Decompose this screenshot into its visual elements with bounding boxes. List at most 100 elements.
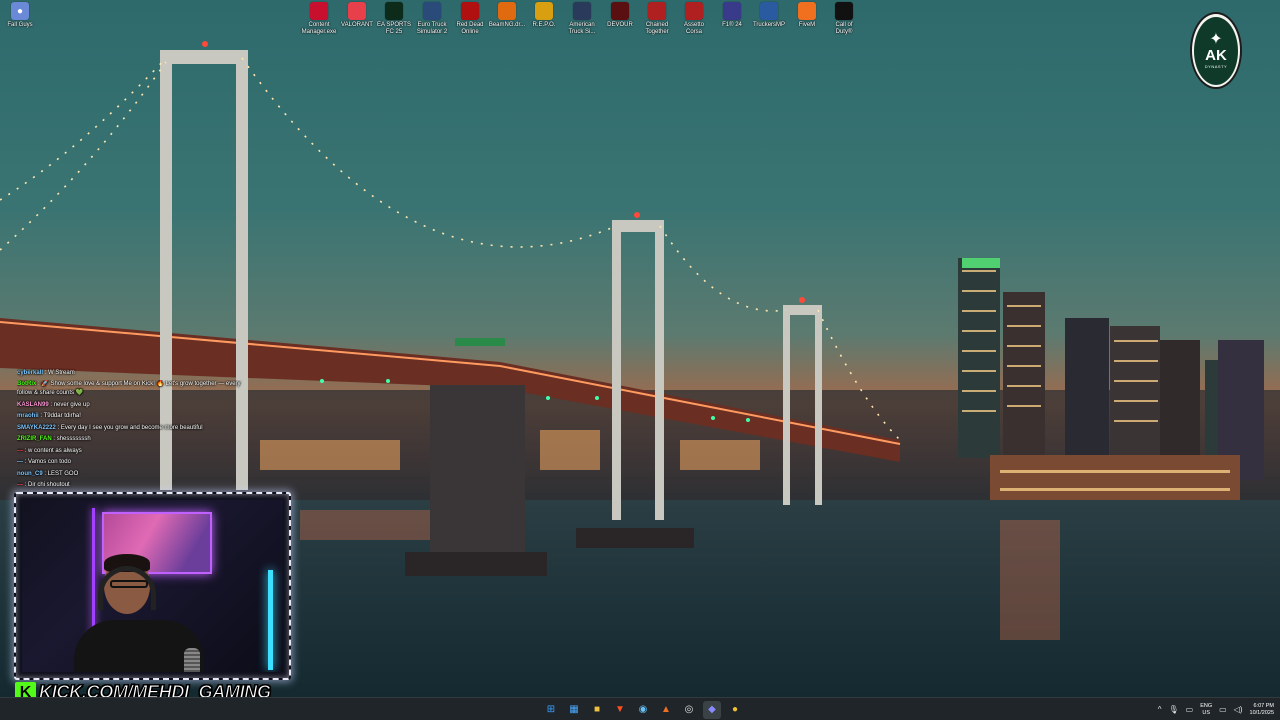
chat-username: KASLAN99 bbox=[17, 401, 49, 408]
fivem-taskbar-icon: ▲ bbox=[661, 703, 671, 715]
devour-icon bbox=[611, 2, 629, 20]
desktop-shortcut-label: VALORANT bbox=[341, 22, 373, 28]
desktop-shortcut-ea-fc[interactable]: EA SPORTS FC 25 bbox=[374, 2, 414, 36]
desktop-shortcut-euro-truck[interactable]: Euro Truck Simulator 2 bbox=[412, 2, 452, 36]
chat-text: W Stream bbox=[48, 370, 75, 376]
desktop-shortcut-american-truck[interactable]: American Truck Si... bbox=[562, 2, 602, 36]
logo-badge: ✦ AK DYNASTY bbox=[1194, 16, 1238, 85]
discord-icon: ◆ bbox=[708, 703, 716, 715]
taskbar-button-brave[interactable]: ▼ bbox=[611, 701, 629, 719]
folder-icon: ■ bbox=[593, 703, 601, 715]
desktop-shortcut-beamng[interactable]: BeamNG.dr... bbox=[487, 2, 527, 29]
chat-username: ZRIZIR_FAN bbox=[17, 436, 52, 442]
repo-icon bbox=[535, 2, 553, 20]
calendar-icon: ▦ bbox=[569, 703, 579, 715]
chat-text: shesssssssh bbox=[56, 436, 91, 442]
chat-message: — : Dir chi shoutout bbox=[17, 480, 257, 492]
windows-taskbar: ⊞ ▦ ■ ▼ ◉ ▲ ◎ ◆ ● ^ 🎙 ▭ ENG US ▭ ◁) 6:07 PM 10/1… bbox=[0, 697, 1280, 720]
fivem-icon bbox=[798, 2, 816, 20]
chained-together-icon bbox=[648, 2, 666, 20]
chat-message: mraohii : T9ddar tdirha! bbox=[17, 411, 257, 423]
taskbar-button-discord[interactable]: ◆ bbox=[703, 700, 721, 719]
desktop-shortcut-label: BeamNG.dr... bbox=[488, 22, 526, 28]
desktop-shortcut-label: FiveM bbox=[798, 22, 816, 28]
chat-message: KASLAN99 : never give up bbox=[17, 400, 257, 412]
chat-message: cyberkall : W Stream bbox=[17, 368, 257, 380]
microphone-tray-icon[interactable]: 🎙 bbox=[1169, 705, 1179, 714]
desktop-shortcut-label: Content Manager.exe bbox=[301, 22, 337, 35]
windows-start-icon: ⊞ bbox=[546, 703, 556, 715]
taskbar-button-steam[interactable]: ◉ bbox=[634, 701, 652, 719]
webcam-frame bbox=[14, 492, 291, 680]
content-manager-icon bbox=[310, 2, 328, 20]
chat-text: 🚀 Show some love & support Me on Kick! 🔥… bbox=[17, 380, 241, 397]
taskbar-button-chrome[interactable]: ● bbox=[726, 701, 744, 719]
desktop-shortcut-call-of-duty[interactable]: Call of Duty® bbox=[824, 2, 864, 36]
desktop-shortcut-label: American Truck Si... bbox=[568, 22, 596, 35]
euro-truck-icon bbox=[423, 2, 441, 20]
desktop-shortcut-repo[interactable]: R.E.P.O. bbox=[524, 2, 564, 29]
ak-dynasty-logo: ✦ AK DYNASTY bbox=[1190, 12, 1242, 89]
clock-date: 10/1/2025 bbox=[1249, 709, 1274, 716]
desktop-shortcut-label: Fall Guys bbox=[7, 22, 33, 28]
desktop-shortcut-chained-together[interactable]: Chained Together bbox=[637, 2, 677, 36]
logo-subtitle: DYNASTY bbox=[1204, 64, 1228, 69]
obs-icon: ◎ bbox=[684, 703, 694, 715]
chat-text: w content as always bbox=[28, 447, 82, 454]
desktop-shortcut-label: R.E.P.O. bbox=[532, 22, 556, 28]
red-dead-icon bbox=[461, 2, 479, 20]
assetto-corsa-icon bbox=[685, 2, 703, 20]
desktop-shortcut-red-dead[interactable]: Red Dead Online bbox=[450, 2, 490, 36]
desktop-shortcut-content-manager[interactable]: Content Manager.exe bbox=[299, 2, 339, 36]
taskbar-button-fivem[interactable]: ▲ bbox=[657, 701, 675, 719]
taskbar-button-calendar[interactable]: ▦ bbox=[565, 701, 583, 719]
chat-text: Every day I see you grow and become more… bbox=[60, 424, 203, 431]
chat-message: — : w content as always bbox=[17, 446, 257, 458]
webcam-feed bbox=[22, 500, 283, 672]
chat-text: Vamos con todo bbox=[28, 459, 71, 465]
chat-message: — : Vamos con todo bbox=[17, 457, 257, 469]
taskbar-button-obs[interactable]: ◎ bbox=[680, 701, 698, 719]
chat-text: Dir chi shoutout bbox=[28, 482, 70, 488]
stream-chat-overlay: cyberkall : W Stream BotRix : 🚀 Show some… bbox=[17, 368, 257, 492]
display-tray-icon[interactable]: ▭ bbox=[1219, 705, 1227, 714]
chat-message: BotRix : 🚀 Show some love & support Me o… bbox=[17, 380, 257, 399]
streamer bbox=[74, 554, 204, 672]
desktop-shortcut-valorant[interactable]: VALORANT bbox=[337, 2, 377, 29]
desktop-shortcut-truckersmp[interactable]: TruckersMP bbox=[749, 2, 789, 29]
desktop-shortcut-assetto-corsa[interactable]: Assetto Corsa bbox=[674, 2, 714, 36]
desktop-shortcut-label: Call of Duty® bbox=[835, 22, 853, 35]
glasses-icon bbox=[110, 580, 148, 588]
language-code: ENG bbox=[1200, 702, 1213, 709]
chat-message: noun_C9 : LEST GOO bbox=[17, 469, 257, 481]
microphone-icon bbox=[184, 648, 200, 672]
desktop-shortcut-label: F1® 24 bbox=[722, 22, 742, 28]
american-truck-icon bbox=[573, 2, 591, 20]
neon-light-right bbox=[268, 570, 273, 670]
chat-text: LEST GOO bbox=[47, 470, 79, 477]
network-tray-icon[interactable]: ▭ bbox=[1186, 705, 1194, 714]
chat-text: T9ddar tdirha! bbox=[43, 413, 81, 419]
desktop-shortcut-f1[interactable]: F1® 24 bbox=[712, 2, 752, 29]
language-indicator[interactable]: ENG US bbox=[1200, 703, 1212, 717]
chat-username: BotRix bbox=[17, 380, 37, 387]
taskbar-button-file-explorer[interactable]: ■ bbox=[588, 701, 606, 719]
chrome-icon: ● bbox=[731, 703, 739, 715]
desktop-shortcut-label: Assetto Corsa bbox=[683, 22, 704, 35]
system-tray: ^ 🎙 ▭ ENG US ▭ ◁) 6:07 PM 10/1/2025 bbox=[1158, 698, 1274, 720]
taskbar-clock[interactable]: 6:07 PM 10/1/2025 bbox=[1250, 703, 1274, 717]
desktop-shortcut-label: Euro Truck Simulator 2 bbox=[416, 22, 448, 35]
valorant-icon bbox=[348, 2, 366, 20]
brave-icon: ▼ bbox=[615, 703, 625, 715]
desktop-shortcut-fivem[interactable]: FiveM bbox=[787, 2, 827, 29]
volume-icon[interactable]: ◁) bbox=[1234, 705, 1243, 714]
desktop-shortcut-fall-guys[interactable]: ● Fall Guys bbox=[0, 2, 40, 29]
desktop-shortcut-devour[interactable]: DEVOUR bbox=[600, 2, 640, 29]
taskbar-apps: ⊞ ▦ ■ ▼ ◉ ▲ ◎ ◆ ● bbox=[542, 700, 744, 719]
chat-username: cyberkall bbox=[17, 370, 44, 376]
chat-username: noun_C9 bbox=[17, 470, 43, 477]
chat-text: never give up bbox=[53, 401, 90, 408]
taskbar-button-start[interactable]: ⊞ bbox=[542, 701, 560, 719]
logo-monogram: AK bbox=[1205, 47, 1227, 64]
tray-overflow-chevron-icon[interactable]: ^ bbox=[1158, 705, 1162, 714]
